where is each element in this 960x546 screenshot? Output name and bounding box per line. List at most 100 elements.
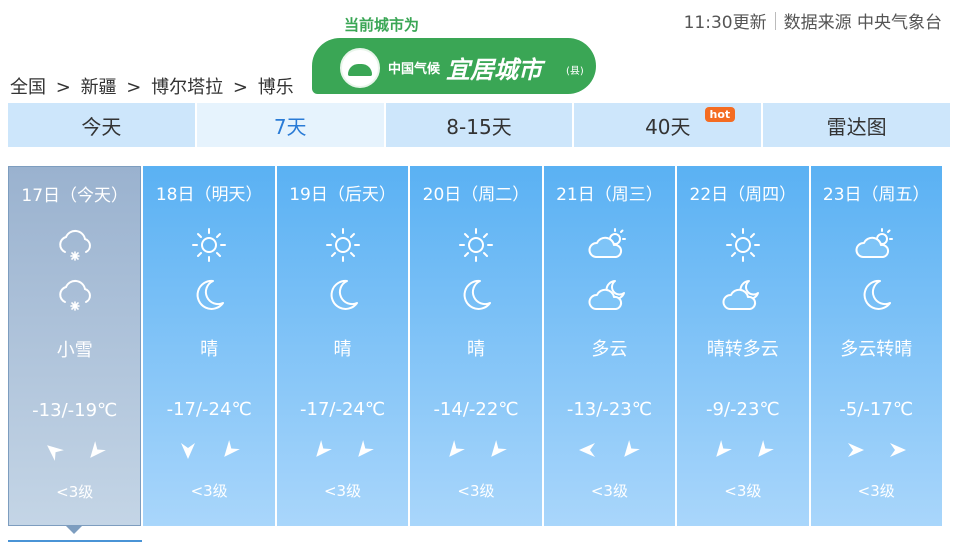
moon-icon [189, 277, 229, 313]
southwest-arrow-icon [84, 439, 108, 465]
data-source: 数据来源 中央气象台 [783, 13, 942, 33]
weather-condition: 晴 [333, 339, 352, 360]
temperature-range: -17/-24℃ [300, 399, 386, 420]
badge-big-text: 宜居城市 [446, 56, 542, 84]
divider [774, 11, 776, 30]
active-day-indicator [8, 526, 142, 542]
cloudy-night-icon [721, 277, 765, 313]
temperature-range: -9/-23℃ [706, 399, 780, 420]
temperature-range: -13/-19℃ [32, 400, 118, 421]
southwest-arrow-icon [618, 438, 642, 464]
west-arrow-icon [576, 438, 600, 464]
wind-directions [843, 438, 909, 464]
weather-condition: 晴 [466, 339, 485, 360]
seven-day-forecast: 17日（今天） 小雪 -13/-19℃ <3级 18日（明天）晴 -17/-24℃ <3级 1… [8, 166, 942, 526]
breadcrumb: 全国 > 新疆 > 博尔塔拉 > 博乐 [10, 73, 298, 99]
forecast-tabs: 今天 7天 8-15天 40天 hot 雷达图 [8, 103, 950, 147]
east-arrow-icon [885, 438, 909, 464]
sun-icon [189, 227, 229, 263]
day-forecast-7[interactable]: 23日（周五） 多云转晴 -5/-17℃ <3级 [810, 166, 942, 526]
sun-icon [723, 227, 763, 263]
wind-directions [176, 438, 242, 464]
day-forecast-5[interactable]: 21日（周三） 多云 -13/-23℃ <3级 [543, 166, 676, 526]
sun-icon [323, 227, 363, 263]
southwest-arrow-icon [443, 438, 467, 464]
day-date: 21日（周三） [556, 185, 663, 205]
tab-label: 40天 [645, 114, 691, 139]
tab-label: 8-15天 [446, 114, 512, 139]
wind-directions [710, 438, 776, 464]
tab-40days[interactable]: 40天 hot [574, 103, 764, 147]
update-time: 11:30更新 [683, 13, 767, 33]
breadcrumb-national[interactable]: 全国 [10, 77, 46, 98]
day-date: 20日（周二） [422, 185, 530, 205]
moon-icon [456, 277, 496, 313]
southwest-arrow-icon [710, 438, 734, 464]
tab-label: 7天 [273, 114, 307, 139]
hot-badge: hot [704, 107, 736, 122]
wind-level: <3级 [590, 482, 628, 500]
wind-directions [443, 438, 509, 464]
day-forecast-4[interactable]: 20日（周二） 晴 -14/-22℃ <3级 [410, 166, 542, 526]
breadcrumb-sep: > [55, 77, 71, 98]
southwest-arrow-icon [485, 438, 509, 464]
weather-condition: 晴 [200, 339, 219, 360]
tab-7days[interactable]: 7天 [196, 103, 386, 147]
tab-label: 今天 [81, 114, 122, 139]
weather-condition: 多云 [591, 339, 628, 360]
wind-level: <3级 [724, 482, 762, 500]
wind-level: <3级 [457, 482, 495, 500]
southwest-arrow-icon [352, 438, 376, 464]
sun-icon [456, 227, 496, 263]
south-arrow-icon [176, 438, 200, 464]
southwest-arrow-icon [752, 438, 776, 464]
southwest-arrow-icon [310, 438, 334, 464]
wind-level: <3级 [190, 482, 228, 500]
breadcrumb-sep: > [126, 77, 142, 98]
temperature-range: -5/-17℃ [839, 399, 914, 420]
day-date: 19日（后天） [289, 185, 396, 205]
tab-label: 雷达图 [826, 114, 887, 139]
livable-city-badge[interactable]: 当前城市为 中国气候 宜居城市 (县) [300, 14, 600, 98]
temperature-range: -13/-23℃ [566, 399, 652, 420]
badge-title: 当前城市为 [344, 16, 420, 34]
badge-small-text: 中国气候 [388, 62, 441, 77]
weather-condition: 多云转晴 [840, 339, 913, 360]
temperature-range: -14/-22℃ [433, 399, 519, 420]
day-forecast-2[interactable]: 18日（明天） 晴 -17/-24℃ <3级 [143, 166, 275, 526]
weather-condition: 小雪 [56, 340, 93, 361]
partly-cloudy-icon [854, 227, 898, 263]
wind-directions [310, 438, 376, 464]
day-date: 18日（明天） [155, 185, 263, 205]
header-info: 11:30更新 数据来源 中央气象台 [684, 8, 942, 33]
day-date: 22日（周四） [689, 185, 797, 205]
snow-cloud-icon [53, 278, 97, 314]
breadcrumb-bole: 博乐 [257, 77, 294, 98]
tab-radar[interactable]: 雷达图 [763, 103, 950, 147]
wind-directions [576, 438, 642, 464]
breadcrumb-xinjiang[interactable]: 新疆 [81, 77, 117, 98]
wind-level: <3级 [56, 483, 94, 501]
tab-8-15days[interactable]: 8-15天 [385, 103, 575, 147]
day-forecast-1[interactable]: 17日（今天） 小雪 -13/-19℃ <3级 [8, 166, 142, 526]
tab-today[interactable]: 今天 [8, 103, 197, 147]
cloudy-night-icon [587, 277, 631, 313]
badge-pill: 中国气候 宜居城市 (县) [312, 38, 596, 94]
breadcrumb-bortala[interactable]: 博尔塔拉 [151, 77, 223, 98]
moon-icon [856, 277, 896, 313]
weather-condition: 晴转多云 [706, 339, 779, 360]
snow-cloud-icon [53, 228, 97, 264]
day-forecast-3[interactable]: 19日（后天） 晴 -17/-24℃ <3级 [276, 166, 409, 526]
wind-level: <3级 [323, 482, 362, 500]
badge-tag: (县) [566, 66, 584, 77]
east-arrow-icon [843, 438, 867, 464]
partly-cloudy-icon [587, 227, 631, 263]
climate-logo-icon [340, 48, 380, 88]
temperature-range: -17/-24℃ [166, 399, 252, 420]
southwest-arrow-icon [218, 438, 242, 464]
day-forecast-6[interactable]: 22日（周四） 晴转多云 -9/-23℃ <3级 [677, 166, 809, 526]
day-date: 17日（今天） [21, 186, 129, 206]
wind-directions [42, 439, 108, 465]
wind-level: <3级 [857, 482, 895, 500]
moon-icon [323, 277, 363, 313]
